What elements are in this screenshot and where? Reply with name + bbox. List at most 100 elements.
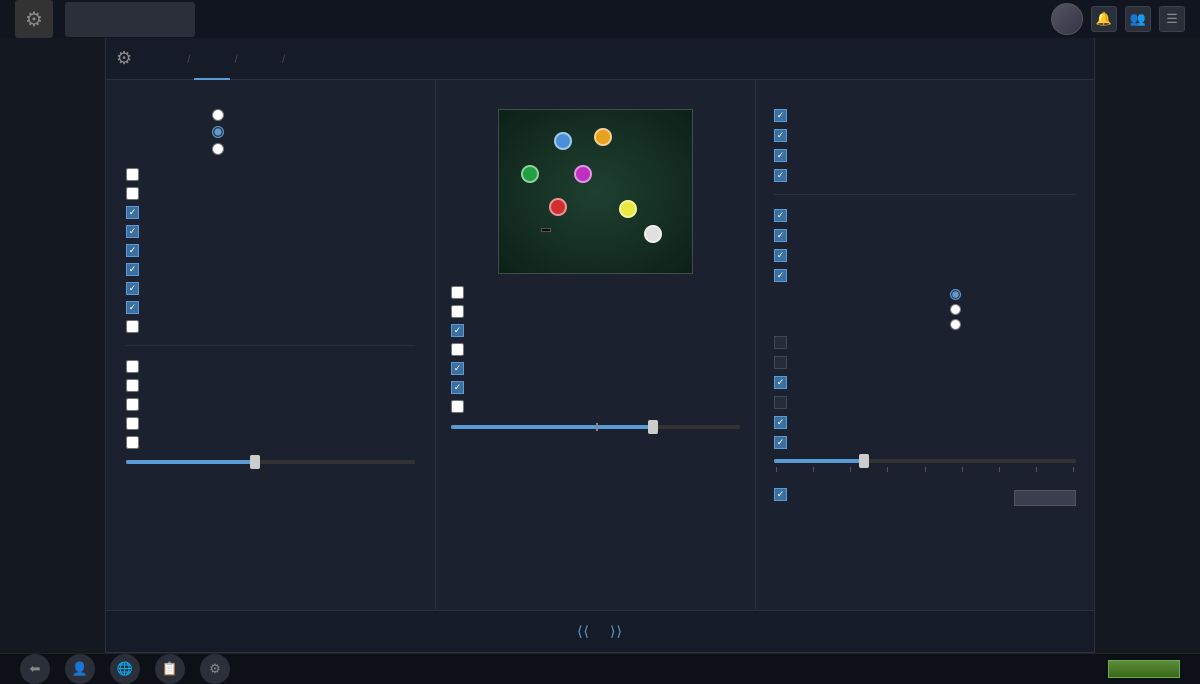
minimap-hero-5 xyxy=(549,198,567,216)
mm-cb-hide-bg[interactable] xyxy=(451,305,740,318)
minimap-hero-size-notch xyxy=(596,423,598,431)
interface-checkboxes-1: ✓ ✓ ✓ ✓ xyxy=(774,209,1076,282)
radio-player-names[interactable] xyxy=(950,304,966,315)
cb-smart-double[interactable]: ✓ xyxy=(126,206,415,219)
taskbar-icon-3[interactable]: 🌐 xyxy=(110,654,140,684)
chat-cb-channel[interactable]: ✓ xyxy=(774,129,1076,142)
cb-auto-select[interactable] xyxy=(126,168,415,181)
minimap-preview xyxy=(498,109,693,274)
interface-extra-checkboxes: ✓ ✓ ✓ xyxy=(774,336,1076,449)
friends-icon[interactable]: 👥 xyxy=(1125,6,1151,32)
if-cb-auto-cursor[interactable]: ✓ xyxy=(774,436,1076,449)
camera-speed-row xyxy=(126,457,415,464)
chat-cb-mute-incoming[interactable]: ✓ xyxy=(774,149,1076,162)
options-panel: ⚙ / / / xyxy=(105,38,1095,653)
menu-icon[interactable]: ☰ xyxy=(1159,6,1185,32)
game-column: ✓ ✓ ✓ ✓ ✓ xyxy=(106,80,436,610)
auto-attack-section xyxy=(126,109,415,160)
mm-cb-simple-colors[interactable] xyxy=(451,286,740,299)
if-cb-holding-alt[interactable]: ✓ xyxy=(774,209,1076,222)
taskbar-icon-1[interactable]: ⬅ xyxy=(20,654,50,684)
mm-cb-alt-hero-icons[interactable]: ✓ xyxy=(451,362,740,375)
minimap-hero-1 xyxy=(554,132,572,150)
minimap-hero-6 xyxy=(619,200,637,218)
chat-checkboxes: ✓ ✓ ✓ ✓ xyxy=(774,109,1076,182)
minimap-hero-size-thumb[interactable] xyxy=(648,420,658,434)
cb-center-camera[interactable] xyxy=(126,398,415,411)
minimap-checkboxes: ✓ ✓ ✓ xyxy=(451,286,740,413)
help-tips-row: ✓ xyxy=(774,482,1076,506)
display-names-radios xyxy=(950,289,966,330)
tab-audio[interactable] xyxy=(289,38,325,80)
if-cb-tower-range[interactable]: ✓ xyxy=(774,249,1076,262)
if-cb-disable-status[interactable] xyxy=(774,336,1076,349)
taskbar-icon-4[interactable]: 📋 xyxy=(155,654,185,684)
if-cb-differentiate-ally[interactable]: ✓ xyxy=(774,416,1076,429)
top-navbar: ⚙ 🔔 👥 ☰ xyxy=(0,0,1200,38)
taskbar-icon-2[interactable]: 👤 xyxy=(65,654,95,684)
camera-speed-fill xyxy=(126,460,256,464)
radio-never[interactable] xyxy=(212,109,230,121)
app-logo: ⚙ xyxy=(15,0,53,38)
radio-standard[interactable] xyxy=(212,126,230,138)
cb-double-tap[interactable] xyxy=(126,187,415,200)
tab-hotkeys[interactable] xyxy=(147,38,183,80)
radio-always[interactable] xyxy=(212,143,230,155)
minimap-hero-3 xyxy=(521,165,539,183)
cb-edge-pan[interactable] xyxy=(126,360,415,373)
cursor-size-slider[interactable] xyxy=(774,459,1076,463)
minimap-hero-size-section xyxy=(451,421,740,429)
notifications-icon[interactable]: 🔔 xyxy=(1091,6,1117,32)
cursor-size-thumb[interactable] xyxy=(859,454,869,468)
if-cb-hide-damage[interactable] xyxy=(774,356,1076,369)
play-dota-button[interactable] xyxy=(1108,660,1180,678)
gear-icon: ⚙ xyxy=(116,48,132,69)
if-cb-rangefinder[interactable]: ✓ xyxy=(774,269,1076,282)
cb-unified-orders[interactable]: ✓ xyxy=(126,225,415,238)
mm-cb-extra-large[interactable] xyxy=(451,343,740,356)
main-content: ✓ ✓ ✓ ✓ ✓ xyxy=(106,80,1094,610)
camera-speed-thumb[interactable] xyxy=(250,455,260,469)
user-avatar xyxy=(1051,3,1083,35)
reset-button[interactable] xyxy=(1014,490,1076,506)
mm-cb-invert-alt[interactable]: ✓ xyxy=(451,381,740,394)
cb-quick-attack[interactable]: ✓ xyxy=(126,301,415,314)
chat-cb-mute-enemies[interactable]: ✓ xyxy=(774,169,1076,182)
cursor-size-fill xyxy=(774,459,865,463)
cursor-tick-marks xyxy=(774,467,1076,472)
interface-section: ✓ ✓ ✓ ✓ xyxy=(774,209,1076,506)
cb-quick-move[interactable] xyxy=(126,320,415,333)
cb-teleport[interactable]: ✓ xyxy=(126,244,415,257)
radio-hero-names[interactable] xyxy=(950,289,966,300)
if-cb-neutral-spawn[interactable]: ✓ xyxy=(774,229,1076,242)
game-checkboxes: ✓ ✓ ✓ ✓ ✓ xyxy=(126,168,415,333)
radio-nothing[interactable] xyxy=(950,319,966,330)
chat-cb-steam[interactable]: ✓ xyxy=(774,109,1076,122)
cb-reverse-camera[interactable] xyxy=(126,379,415,392)
arrow-down-left-icon: ⟨⟨ xyxy=(577,623,590,640)
mm-cb-simple-bg[interactable]: ✓ xyxy=(451,324,740,337)
minimap-background xyxy=(499,110,692,273)
hero-thumbnail xyxy=(65,2,195,37)
taskbar-icon-5[interactable]: ⚙ xyxy=(200,654,230,684)
cb-disable-zoom[interactable] xyxy=(126,417,415,430)
cb-channeled[interactable]: ✓ xyxy=(126,263,415,276)
bottom-bar[interactable]: ⟨⟨ ⟩⟩ xyxy=(106,610,1094,652)
cb-hold-select[interactable] xyxy=(126,436,415,449)
tab-video[interactable] xyxy=(242,38,278,80)
cb-rightclick[interactable]: ✓ xyxy=(126,282,415,295)
minimap-hero-2 xyxy=(594,128,612,146)
if-cb-unit-query[interactable]: ✓ xyxy=(774,376,1076,389)
tab-options[interactable] xyxy=(194,38,230,80)
alt-badge xyxy=(541,228,551,232)
display-names-section xyxy=(774,289,1076,330)
center-panel: ⚙ / / / xyxy=(0,38,1200,653)
minimap-hero-size-fill xyxy=(451,425,653,429)
chat-interface-column: ✓ ✓ ✓ ✓ xyxy=(756,80,1094,610)
camera-speed-slider[interactable] xyxy=(126,460,415,464)
if-cb-colorblind[interactable] xyxy=(774,396,1076,409)
mm-cb-minimap-right[interactable] xyxy=(451,400,740,413)
if-cb-show-help[interactable]: ✓ xyxy=(774,488,794,501)
nav-right: 🔔 👥 ☰ xyxy=(1051,3,1185,35)
minimap-hero-size-slider[interactable] xyxy=(451,425,740,429)
